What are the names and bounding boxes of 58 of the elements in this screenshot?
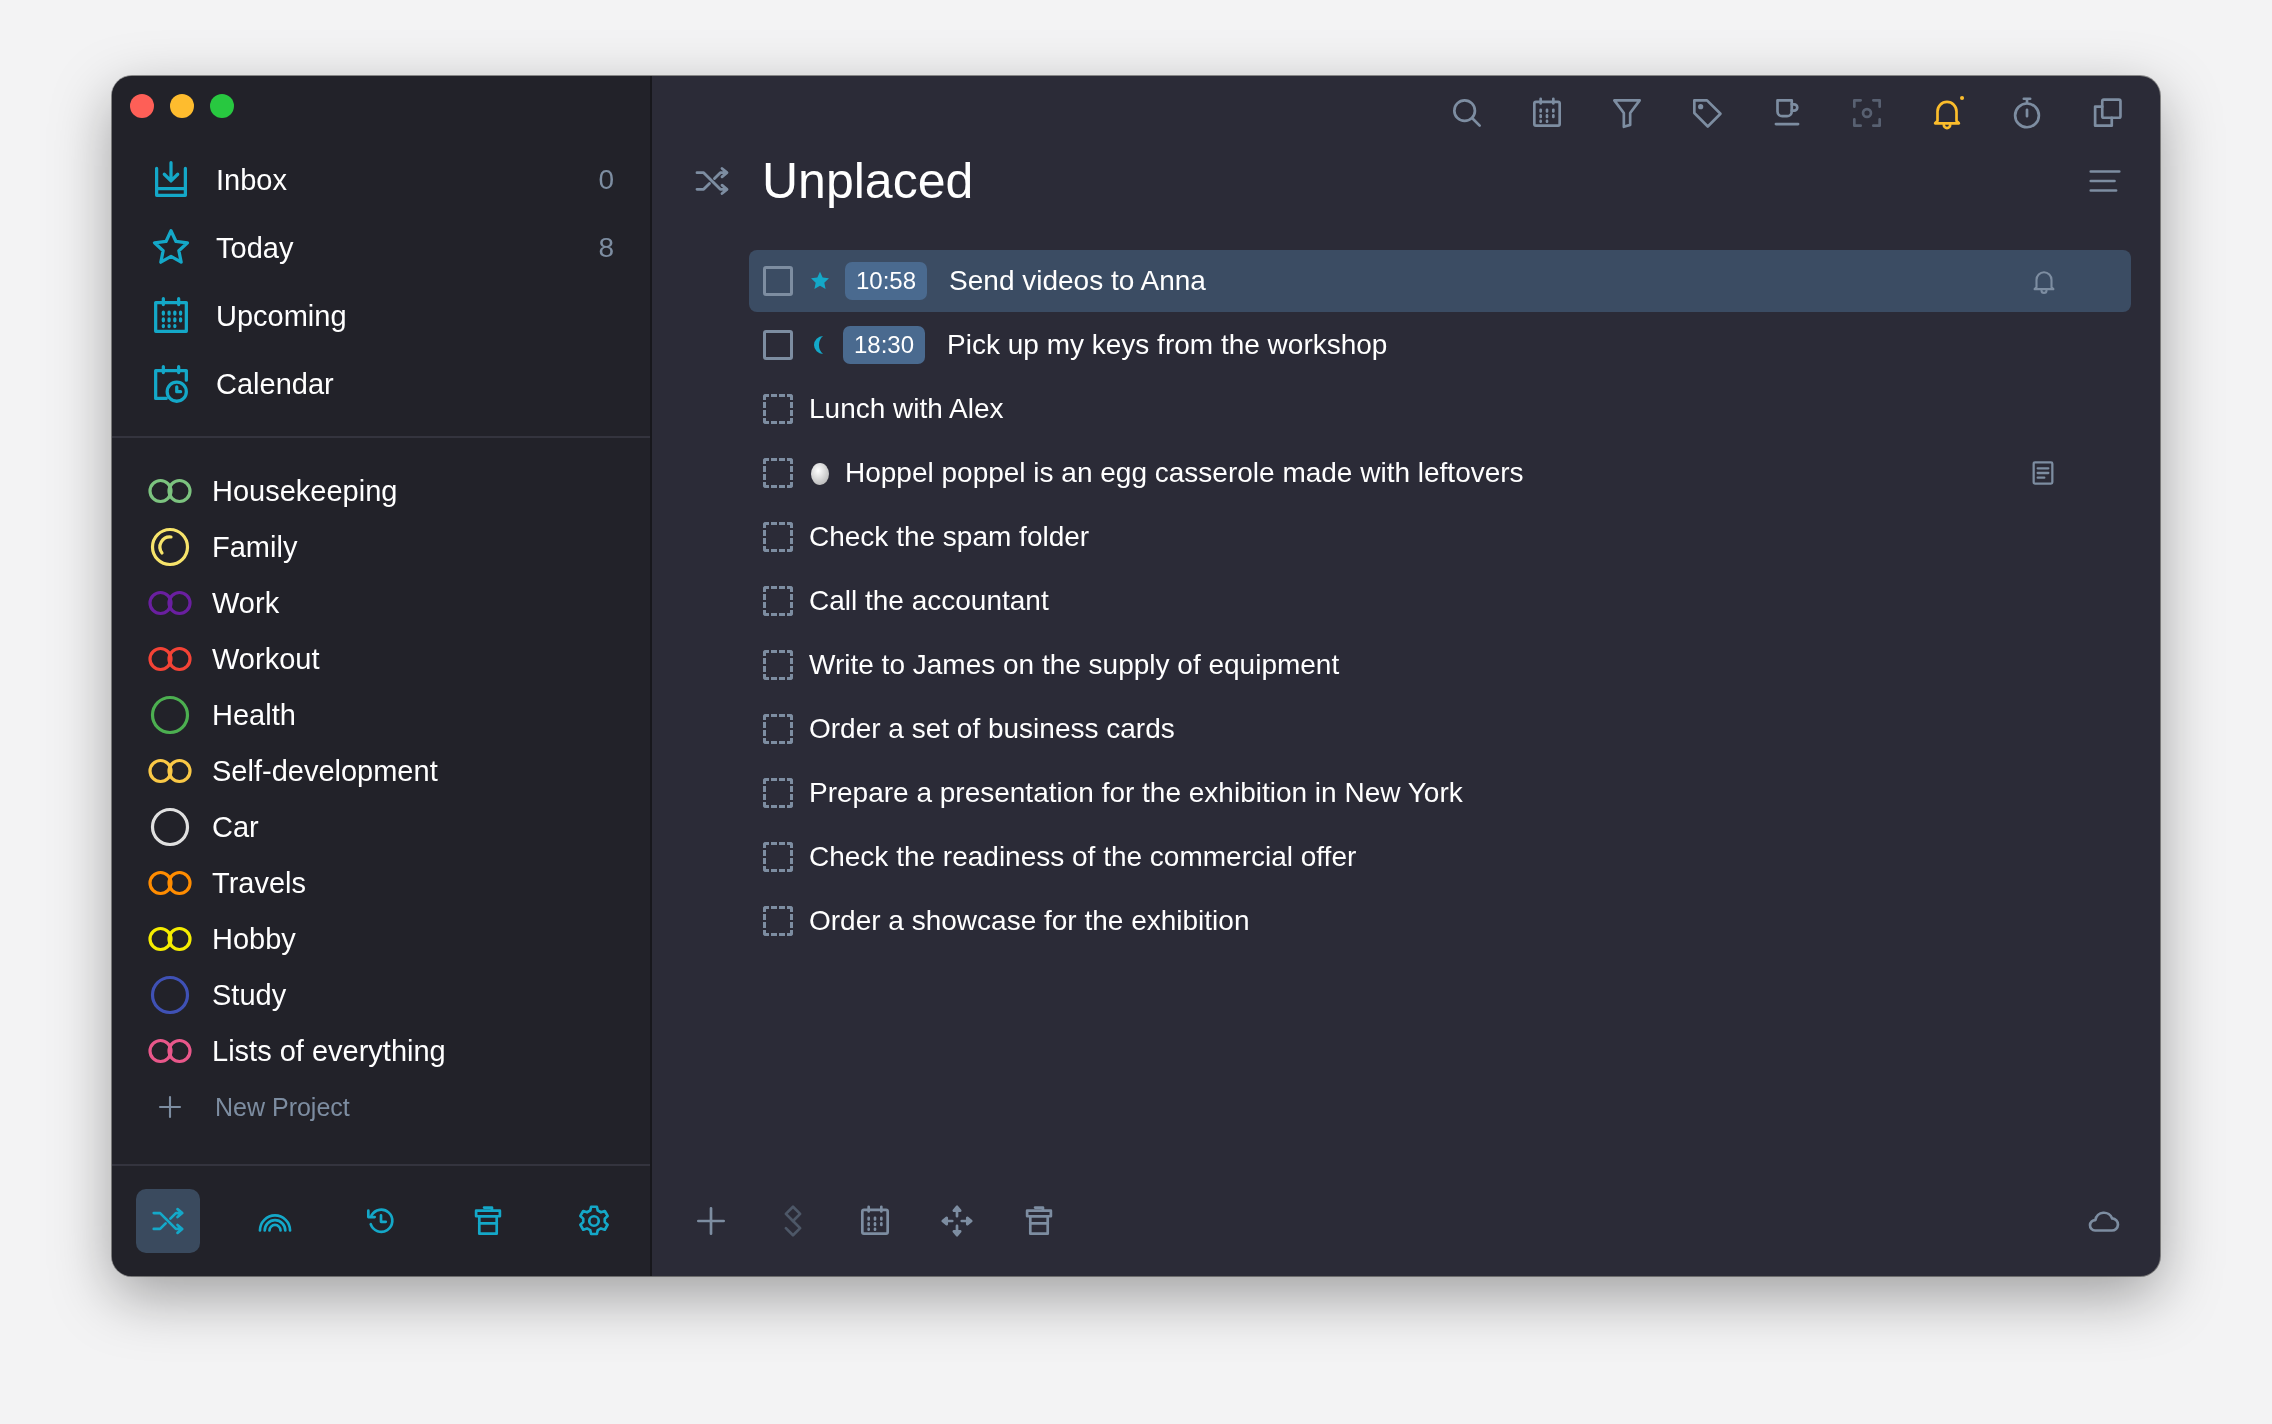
task-row[interactable]: Order a showcase for the exhibition [749, 890, 2131, 952]
checkbox[interactable] [763, 394, 793, 424]
task-title: Hoppel poppel is an egg casserole made with leftovers [845, 457, 1525, 489]
task-title: Order a set of business cards [809, 713, 1176, 745]
checkbox[interactable] [763, 330, 793, 360]
checkbox[interactable] [763, 458, 793, 488]
task-row[interactable]: 10:58 Send videos to Anna [749, 250, 2131, 312]
shuffle-button[interactable] [136, 1189, 200, 1253]
project-item[interactable]: Work [148, 575, 614, 631]
project-item[interactable]: Car [148, 799, 614, 855]
minimize-button[interactable] [170, 94, 194, 118]
task-title: Lunch with Alex [809, 393, 1005, 425]
checkbox[interactable] [763, 650, 793, 680]
task-row[interactable]: 18:30 Pick up my keys from the workshop [749, 314, 2131, 376]
zoom-button[interactable] [210, 94, 234, 118]
sidebar-item[interactable]: Upcoming [148, 282, 614, 350]
checkbox[interactable] [763, 586, 793, 616]
task-title: Call the accountant [809, 585, 1050, 617]
task-row[interactable]: Call the accountant [749, 570, 2131, 632]
star-icon [809, 270, 831, 292]
project-item[interactable]: Health [148, 687, 614, 743]
task-row[interactable]: Prepare a presentation for the exhibition in New York [749, 762, 2131, 824]
project-item[interactable]: Study [148, 967, 614, 1023]
close-button[interactable] [130, 94, 154, 118]
checkbox[interactable] [763, 842, 793, 872]
task-title: Write to James on the supply of equipment [809, 649, 1341, 681]
task-row[interactable]: Lunch with Alex [749, 378, 2131, 440]
time-badge: 18:30 [843, 326, 926, 364]
task-title: Check the spam folder [809, 521, 1091, 553]
egg-icon [809, 460, 831, 486]
project-item[interactable]: Family [148, 519, 614, 575]
new-project-button[interactable]: New Project [148, 1079, 614, 1135]
project-item[interactable]: Workout [148, 631, 614, 687]
checkbox[interactable] [763, 266, 793, 296]
project-item[interactable]: Lists of everything [148, 1023, 614, 1079]
project-item[interactable]: Hobby [148, 911, 614, 967]
sidebar-item[interactable]: Today 8 [148, 214, 614, 282]
task-row[interactable]: Hoppel poppel is an egg casserole made with leftovers [749, 442, 2131, 504]
time-badge: 10:58 [845, 262, 928, 300]
checkbox[interactable] [763, 778, 793, 808]
task-title: Pick up my keys from the workshop [947, 329, 1389, 361]
project-item[interactable]: Self-development [148, 743, 614, 799]
task-title: Send videos to Anna [949, 265, 1207, 297]
task-title: Check the readiness of the commercial offer [809, 841, 1358, 873]
task-row[interactable]: Check the readiness of the commercial offer [749, 826, 2131, 888]
checkbox[interactable] [763, 906, 793, 936]
project-item[interactable]: Housekeeping [148, 463, 614, 519]
sidebar-item[interactable]: Calendar [148, 350, 614, 418]
project-item[interactable]: Travels [148, 855, 614, 911]
task-row[interactable]: Order a set of business cards [749, 698, 2131, 760]
checkbox[interactable] [763, 522, 793, 552]
checkbox[interactable] [763, 714, 793, 744]
list-title: Unplaced [762, 152, 975, 210]
task-row[interactable]: Check the spam folder [749, 506, 2131, 568]
task-row[interactable]: Write to James on the supply of equipment [749, 634, 2131, 696]
task-title: Prepare a presentation for the exhibition in New York [809, 777, 1464, 809]
sidebar-item[interactable]: Inbox 0 [148, 146, 614, 214]
task-title: Order a showcase for the exhibition [809, 905, 1251, 937]
